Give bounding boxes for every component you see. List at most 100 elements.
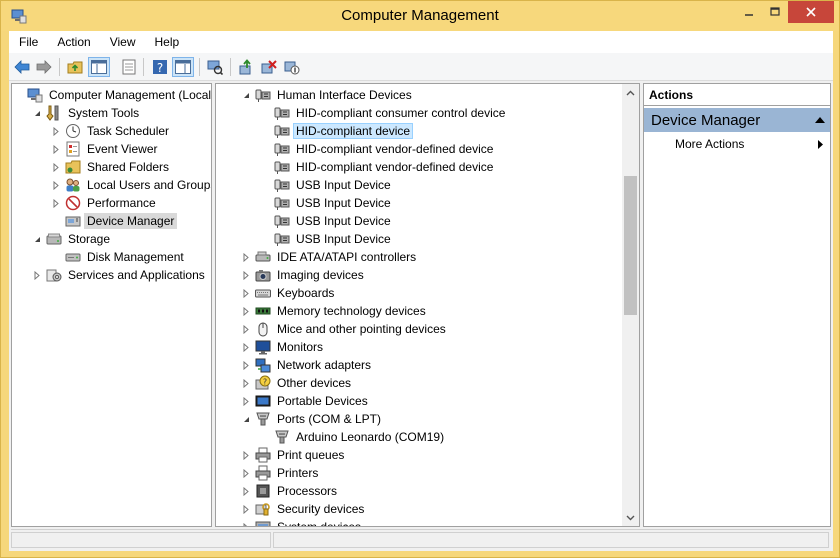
tree-expander[interactable] <box>50 158 62 176</box>
navigation-tree-pane[interactable]: Computer Management (Local) System Tools T… <box>11 83 212 527</box>
tree-expander[interactable] <box>240 284 252 302</box>
scroll-up-button[interactable] <box>622 84 639 101</box>
tree-expander[interactable] <box>240 356 252 374</box>
nav-tree-item[interactable]: Device Manager <box>50 212 178 230</box>
scroll-down-button[interactable] <box>622 509 639 526</box>
device-tree-item[interactable]: USB Input Device <box>259 194 394 212</box>
actions-section-device-manager[interactable]: Device Manager <box>644 108 830 132</box>
device-tree-pane[interactable]: Human Interface Devices HID-compliant con… <box>215 83 640 527</box>
tree-expander[interactable] <box>240 86 252 104</box>
disable-device-button[interactable] <box>281 57 303 77</box>
port-icon <box>256 412 270 426</box>
device-tree-item[interactable]: HID-compliant device <box>259 122 414 140</box>
title-bar[interactable]: Computer Management <box>1 1 839 31</box>
tree-expander[interactable] <box>240 338 252 356</box>
nav-tree-item[interactable]: Storage <box>31 230 113 248</box>
device-tree-item[interactable]: USB Input Device <box>259 212 394 230</box>
device-tree-item[interactable]: Mice and other pointing devices <box>240 320 449 338</box>
update-driver-button[interactable] <box>235 57 257 77</box>
tree-expander[interactable] <box>240 500 252 518</box>
nav-tree-item[interactable]: System Tools <box>31 104 142 122</box>
tree-expander[interactable] <box>50 140 62 158</box>
tree-expander <box>259 176 271 194</box>
menu-action[interactable]: Action <box>47 31 99 53</box>
device-tree-item[interactable]: Ports (COM & LPT) <box>240 410 384 428</box>
tree-expander[interactable] <box>240 320 252 338</box>
nav-tree-item[interactable]: Services and Applications <box>31 266 208 284</box>
nav-tree-item[interactable]: Computer Management (Local) <box>12 86 211 104</box>
nav-tree-item[interactable]: Task Scheduler <box>50 122 172 140</box>
menu-help[interactable]: Help <box>145 31 189 53</box>
tree-item-label: USB Input Device <box>296 178 391 192</box>
device-tree-item[interactable]: Arduino Leonardo (COM19) <box>259 428 447 446</box>
tree-expander[interactable] <box>31 104 43 122</box>
tree-expander[interactable] <box>240 410 252 428</box>
device-tree-item[interactable]: Processors <box>240 482 340 500</box>
device-tree-item[interactable]: Imaging devices <box>240 266 367 284</box>
menu-view[interactable]: View <box>100 31 145 53</box>
chevron-up-icon <box>626 90 635 95</box>
nav-tree-item[interactable]: Event Viewer <box>50 140 160 158</box>
scrollbar-thumb[interactable] <box>624 176 637 315</box>
nav-tree-item[interactable]: Local Users and Groups <box>50 176 211 194</box>
device-tree-item[interactable]: IDE ATA/ATAPI controllers <box>240 248 419 266</box>
device-tree-item[interactable]: ? Other devices <box>240 374 354 392</box>
close-button[interactable] <box>788 1 834 23</box>
device-tree-item[interactable]: Printers <box>240 464 321 482</box>
tree-expander[interactable] <box>240 248 252 266</box>
device-tree-item[interactable]: HID-compliant vendor-defined device <box>259 140 496 158</box>
toolbar: ? <box>9 53 833 81</box>
collapse-up-icon <box>815 117 825 123</box>
menu-file[interactable]: File <box>9 31 47 53</box>
device-tree-item[interactable]: System devices <box>240 518 364 526</box>
nav-tree-item[interactable]: Performance <box>50 194 159 212</box>
properties-button[interactable] <box>118 57 140 77</box>
minimize-button[interactable] <box>736 1 762 23</box>
tree-expander[interactable] <box>50 122 62 140</box>
tree-expander[interactable] <box>240 518 252 526</box>
toolbar-separator <box>230 58 231 76</box>
up-one-level-button[interactable] <box>64 57 86 77</box>
tree-expander[interactable] <box>50 194 62 212</box>
collapsed-arrow-icon <box>243 378 249 388</box>
more-actions-item[interactable]: More Actions <box>644 134 830 154</box>
device-tree-item[interactable]: Print queues <box>240 446 347 464</box>
collapsed-arrow-icon <box>34 270 40 280</box>
tree-item-label: Arduino Leonardo (COM19) <box>296 430 445 444</box>
tree-expander[interactable] <box>240 392 252 410</box>
device-tree-item[interactable]: Memory technology devices <box>240 302 429 320</box>
forward-button[interactable] <box>33 57 55 77</box>
tree-expander[interactable] <box>31 230 43 248</box>
device-tree-item[interactable]: Keyboards <box>240 284 337 302</box>
back-button[interactable] <box>11 57 33 77</box>
device-tree-item[interactable]: Monitors <box>240 338 326 356</box>
tree-expander[interactable] <box>240 464 252 482</box>
device-tree-item[interactable]: Human Interface Devices <box>240 86 415 104</box>
scan-hardware-button[interactable] <box>204 57 226 77</box>
device-tree-item[interactable]: USB Input Device <box>259 176 394 194</box>
nav-tree-item[interactable]: Shared Folders <box>50 158 172 176</box>
show-hide-action-pane-button[interactable] <box>172 57 194 77</box>
maximize-button[interactable] <box>762 1 788 23</box>
up-folder-icon <box>67 61 83 74</box>
uninstall-device-button[interactable] <box>258 57 280 77</box>
vertical-scrollbar[interactable] <box>622 84 639 526</box>
tree-expander[interactable] <box>50 176 62 194</box>
tree-expander[interactable] <box>240 374 252 392</box>
device-tree-item[interactable]: Security devices <box>240 500 367 518</box>
device-tree-item[interactable]: HID-compliant vendor-defined device <box>259 158 496 176</box>
nav-tree-item[interactable]: Disk Management <box>50 248 187 266</box>
device-tree-item[interactable]: USB Input Device <box>259 230 394 248</box>
show-hide-console-tree-button[interactable] <box>88 57 110 77</box>
tree-expander[interactable] <box>31 266 43 284</box>
hid-icon <box>274 215 290 228</box>
help-button[interactable]: ? <box>149 57 171 77</box>
device-tree-item[interactable]: Portable Devices <box>240 392 371 410</box>
tree-expander[interactable] <box>240 302 252 320</box>
tree-expander[interactable] <box>240 266 252 284</box>
tree-expander[interactable] <box>240 446 252 464</box>
tree-expander[interactable] <box>240 482 252 500</box>
tree-item-label: Services and Applications <box>68 268 205 282</box>
device-tree-item[interactable]: HID-compliant consumer control device <box>259 104 508 122</box>
device-tree-item[interactable]: Network adapters <box>240 356 374 374</box>
